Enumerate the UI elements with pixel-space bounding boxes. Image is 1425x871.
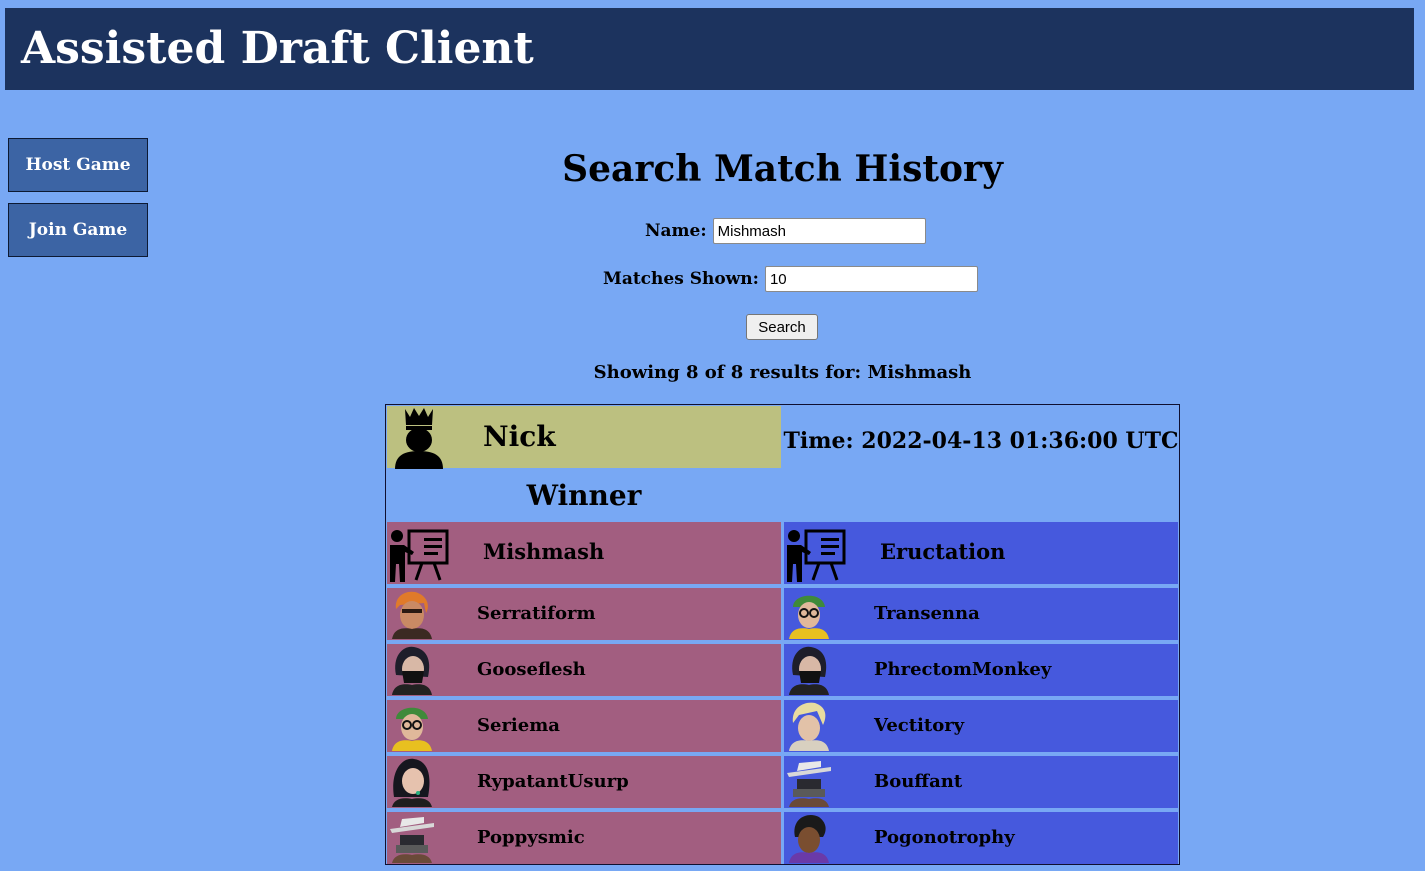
team-left-header: Mishmash xyxy=(387,522,781,584)
player-name: Bouffant xyxy=(874,771,963,792)
match-time: Time: 2022-04-13 01:36:00 UTC xyxy=(783,428,1179,454)
search-button[interactable]: Search xyxy=(746,314,818,340)
crowned-person-icon xyxy=(395,408,443,469)
team-left-captain: Mishmash xyxy=(483,539,605,564)
player-name: Gooseflesh xyxy=(477,659,586,680)
player-name: Transenna xyxy=(874,603,980,624)
name-row: Name: xyxy=(645,218,926,244)
agent-avatar-green-beanie-icon xyxy=(785,589,833,639)
player-row: Gooseflesh xyxy=(387,644,781,696)
player-name: Serratiform xyxy=(477,603,596,624)
player-name: PhrectomMonkey xyxy=(874,659,1052,680)
name-input[interactable] xyxy=(712,218,926,244)
player-row: Bouffant xyxy=(784,756,1178,808)
winner-label: Winner xyxy=(526,479,642,512)
player-row: Vectitory xyxy=(784,700,1178,752)
agent-avatar-blond-icon xyxy=(785,701,833,751)
page-title: Search Match History xyxy=(562,148,1003,190)
agent-avatar-orange-hair-icon xyxy=(388,589,436,639)
player-name: Seriema xyxy=(477,715,560,736)
player-row: Poppysmic xyxy=(387,812,781,864)
agent-avatar-ponytail-icon xyxy=(388,757,436,807)
player-name: Pogonotrophy xyxy=(874,827,1015,848)
player-name: RypatantUsurp xyxy=(477,771,629,792)
agent-avatar-masked-icon xyxy=(388,645,436,695)
player-name: Vectitory xyxy=(874,715,965,736)
results-summary: Showing 8 of 8 results for: Mishmash xyxy=(593,362,972,383)
agent-avatar-wide-hat-icon xyxy=(388,813,436,863)
matches-label: Matches Shown: xyxy=(603,269,759,289)
player-name: Poppysmic xyxy=(477,827,585,848)
team-right-captain: Eructation xyxy=(880,539,1006,564)
winner-cell: Nick xyxy=(387,406,781,469)
agent-avatar-green-beanie-icon xyxy=(388,701,436,751)
name-label: Name: xyxy=(645,221,707,241)
player-row: Seriema xyxy=(387,700,781,752)
agent-avatar-masked-icon xyxy=(785,645,833,695)
matches-input[interactable] xyxy=(764,266,978,292)
agent-avatar-dreadlocks-icon xyxy=(785,813,833,863)
coach-presentation-icon xyxy=(787,529,846,582)
agent-avatar-wide-hat-icon xyxy=(785,757,833,807)
player-row: RypatantUsurp xyxy=(387,756,781,808)
coach-presentation-icon xyxy=(390,529,449,582)
team-right-header: Eructation xyxy=(784,522,1178,584)
player-row: PhrectomMonkey xyxy=(784,644,1178,696)
app-title: Assisted Draft Client xyxy=(21,23,534,74)
app-header: Assisted Draft Client xyxy=(5,8,1414,90)
join-game-button[interactable]: Join Game xyxy=(8,203,148,257)
winner-name: Nick xyxy=(483,420,556,453)
matches-row: Matches Shown: xyxy=(603,266,978,292)
match-card: Nick Time: 2022-04-13 01:36:00 UTC Winne… xyxy=(385,404,1180,865)
player-row: Pogonotrophy xyxy=(784,812,1178,864)
player-row: Serratiform xyxy=(387,588,781,640)
player-row: Transenna xyxy=(784,588,1178,640)
